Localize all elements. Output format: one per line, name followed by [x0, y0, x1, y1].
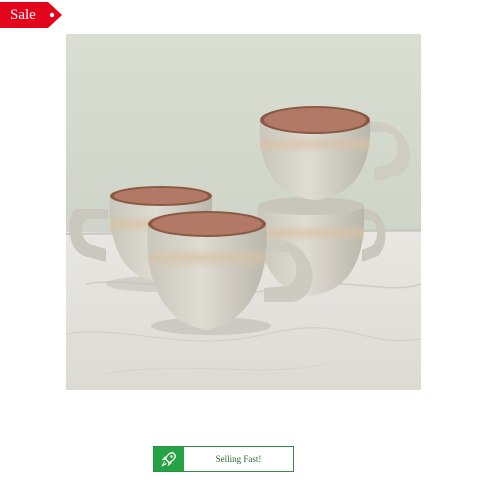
- selling-fast-label: Selling Fast!: [215, 454, 262, 464]
- sale-tag: Sale: [0, 2, 62, 28]
- selling-fast-badge: Selling Fast!: [153, 446, 294, 472]
- mugs-illustration: [66, 34, 421, 390]
- rocket-icon: [154, 447, 184, 471]
- sale-label: Sale: [10, 7, 36, 23]
- product-image: [66, 34, 421, 390]
